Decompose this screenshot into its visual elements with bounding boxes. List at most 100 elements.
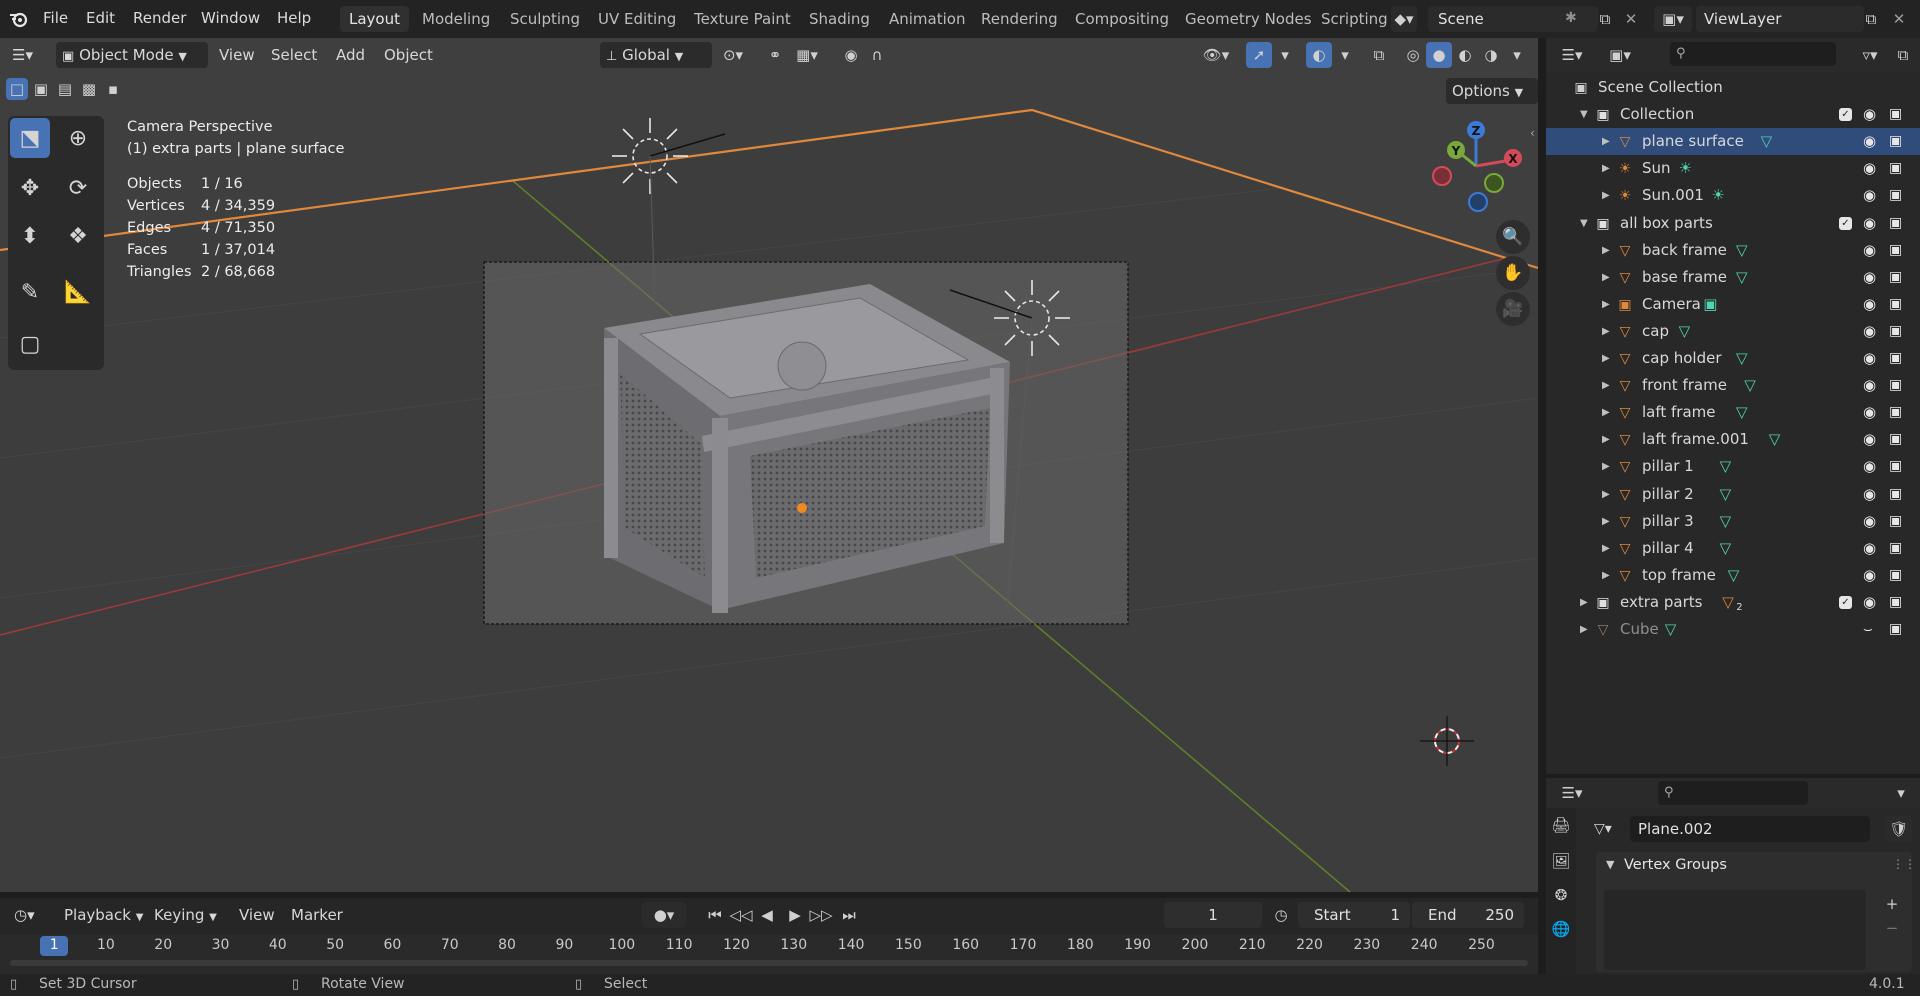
rendered-shading-icon[interactable]: ◑ <box>1478 42 1504 68</box>
expand-right-icon[interactable]: ▶ <box>1602 291 1610 318</box>
select-extend-icon[interactable]: ▣ <box>30 78 52 100</box>
render-camera-icon[interactable]: ▣ <box>1889 616 1902 643</box>
jump-start-icon[interactable]: ⏮ <box>702 902 728 928</box>
transform-orientation-dropdown[interactable]: ⊥ Global ▼ <box>600 42 712 68</box>
outliner-item-name[interactable]: back frame <box>1642 237 1727 264</box>
outliner-item-name[interactable]: plane surface <box>1642 128 1744 155</box>
outliner-collection-row[interactable]: ▼ ▣ Collection ✓ ◉ ▣ <box>1546 101 1920 128</box>
shading-dropdown-icon[interactable]: ▾ <box>1504 42 1530 68</box>
eye-icon[interactable]: ◉ <box>1863 210 1876 237</box>
end-frame-field[interactable]: End 250 <box>1412 902 1524 928</box>
overlays-dropdown-icon[interactable]: ▾ <box>1332 42 1358 68</box>
display-mode-icon[interactable]: ▣▾ <box>1600 42 1640 68</box>
timeline-menu-marker[interactable]: Marker <box>285 902 349 928</box>
menu-render[interactable]: Render <box>133 9 186 27</box>
tab-texture-paint[interactable]: Texture Paint <box>685 6 800 32</box>
transform-tool-icon[interactable]: ❖ <box>58 216 98 256</box>
viewport-menu-view[interactable]: View <box>213 42 261 68</box>
expand-right-icon[interactable]: ▶ <box>1602 264 1610 291</box>
outliner-item-name[interactable]: pillar 4 <box>1642 535 1694 562</box>
render-camera-icon[interactable]: ▣ <box>1889 589 1902 616</box>
expand-right-icon[interactable]: ▶ <box>1602 237 1610 264</box>
outliner-object-row[interactable]: ▶ ▽ Cube ▽ ⌣ ▣ <box>1546 616 1920 643</box>
falloff-icon[interactable]: ∩ <box>864 42 890 68</box>
outliner-item-name[interactable]: laft frame.001 <box>1642 426 1749 453</box>
menu-edit[interactable]: Edit <box>86 9 115 27</box>
eye-icon[interactable]: ◉ <box>1863 345 1876 372</box>
tab-shading[interactable]: Shading <box>800 6 879 32</box>
current-frame-field[interactable]: 1 <box>1164 902 1262 928</box>
properties-options-icon[interactable]: ▾ <box>1888 780 1914 806</box>
vertex-groups-title[interactable]: Vertex Groups <box>1624 857 1727 873</box>
outliner-item-name[interactable]: all box parts <box>1620 210 1713 237</box>
outliner-item-name[interactable]: front frame <box>1642 372 1727 399</box>
expand-right-icon[interactable]: ▶ <box>1602 372 1610 399</box>
play-reverse-icon[interactable]: ◀ <box>754 902 780 928</box>
outliner-item-name[interactable]: Collection <box>1620 101 1694 128</box>
tab-geometry-nodes[interactable]: Geometry Nodes <box>1176 6 1321 32</box>
outliner-item-name[interactable]: pillar 1 <box>1642 453 1694 480</box>
expand-right-icon[interactable]: ▶ <box>1602 426 1610 453</box>
outliner-collection-row[interactable]: ▼ ▣ all box parts ✓ ◉ ▣ <box>1546 210 1920 237</box>
visibility-filter-icon[interactable]: 👁▾ <box>1196 42 1236 68</box>
expand-right-icon[interactable]: ▶ <box>1602 453 1610 480</box>
properties-search-input[interactable]: ⚲ <box>1658 781 1808 805</box>
move-tool-icon[interactable]: ✥ <box>10 168 50 208</box>
timeline-menu-keying[interactable]: Keying ▼ <box>148 902 223 928</box>
tab-uv-editing[interactable]: UV Editing <box>589 6 685 32</box>
eye-icon[interactable]: ◉ <box>1863 535 1876 562</box>
expand-right-icon[interactable]: ▶ <box>1580 616 1588 643</box>
fake-user-shield-icon[interactable]: 🛡 <box>1886 816 1912 842</box>
outliner-editor-type-icon[interactable]: ☰▾ <box>1552 42 1592 68</box>
outliner-object-row[interactable]: ▶ ▽ base frame ▽ ◉ ▣ <box>1546 264 1920 291</box>
vertex-group-list[interactable] <box>1604 890 1866 970</box>
eye-icon[interactable]: ◉ <box>1863 372 1876 399</box>
mesh-data-icon[interactable]: ▽ <box>1665 616 1677 643</box>
eye-icon[interactable]: ◉ <box>1863 128 1876 155</box>
eye-icon[interactable]: ◉ <box>1863 101 1876 128</box>
eye-icon[interactable]: ◉ <box>1863 562 1876 589</box>
blender-logo-icon[interactable] <box>8 9 30 29</box>
solid-shading-icon[interactable]: ● <box>1426 42 1452 68</box>
proportional-edit-icon[interactable]: ◉ <box>838 42 864 68</box>
timeline-editor-type-icon[interactable]: ◷▾ <box>8 902 56 928</box>
cursor-tool-icon[interactable]: ⊕ <box>58 118 98 158</box>
exclude-checkbox[interactable]: ✓ <box>1839 595 1852 609</box>
render-camera-icon[interactable]: ▣ <box>1889 453 1902 480</box>
mesh-data-icon[interactable]: ▽▾ <box>1594 816 1626 842</box>
preview-range-clock-icon[interactable]: ◷ <box>1268 902 1294 928</box>
3d-viewport[interactable]: ☰▾ ▣ Object Mode ▼ View Select Add Objec… <box>0 38 1538 892</box>
render-camera-icon[interactable]: ▣ <box>1889 182 1902 209</box>
outliner-object-row[interactable]: ▶ ▽ back frame ▽ ◉ ▣ <box>1546 237 1920 264</box>
expand-right-icon[interactable]: ▶ <box>1580 589 1588 616</box>
pin-icon[interactable]: ✱ <box>1565 10 1577 26</box>
render-camera-icon[interactable]: ▣ <box>1889 372 1902 399</box>
jump-keyframe-back-icon[interactable]: ◁◁ <box>728 902 754 928</box>
mesh-data-icon[interactable]: ▽ <box>1720 453 1732 480</box>
outliner-item-name[interactable]: Scene Collection <box>1598 74 1723 101</box>
expand-right-icon[interactable]: ▶ <box>1602 155 1610 182</box>
pivot-point-icon[interactable]: ⊙▾ <box>714 42 752 68</box>
outliner-item-name[interactable]: cap <box>1642 318 1669 345</box>
world-tab-icon[interactable]: 🌐 <box>1548 916 1574 942</box>
mesh-data-icon[interactable]: ▽ <box>1736 399 1748 426</box>
scale-tool-icon[interactable]: ⬍ <box>10 216 50 256</box>
overlays-toggle-icon[interactable]: ◐ <box>1306 42 1332 68</box>
select-subtract-icon[interactable]: ▤ <box>54 78 76 100</box>
eye-icon[interactable]: ◉ <box>1863 237 1876 264</box>
render-camera-icon[interactable]: ▣ <box>1889 210 1902 237</box>
start-frame-field[interactable]: Start 1 <box>1298 902 1410 928</box>
outliner-object-row[interactable]: ▶ ▽ cap ▽ ◉ ▣ <box>1546 318 1920 345</box>
eye-icon[interactable]: ◉ <box>1863 481 1876 508</box>
outliner-item-name[interactable]: pillar 2 <box>1642 481 1694 508</box>
render-camera-icon[interactable]: ▣ <box>1889 318 1902 345</box>
expand-right-icon[interactable]: ▶ <box>1602 318 1610 345</box>
tab-animation[interactable]: Animation <box>880 6 974 32</box>
auto-keying-icon[interactable]: ●▾ <box>642 902 686 928</box>
render-camera-icon[interactable]: ▣ <box>1889 508 1902 535</box>
mesh-data-icon[interactable]: ▽ <box>1736 264 1748 291</box>
outliner-collection-row[interactable]: ▶ ▣ extra parts ▽ 2 ✓ ◉ ▣ <box>1546 589 1920 616</box>
delete-scene-icon[interactable]: ✕ <box>1618 6 1644 32</box>
eye-icon[interactable]: ◉ <box>1863 291 1876 318</box>
expand-right-icon[interactable]: ▶ <box>1602 508 1610 535</box>
